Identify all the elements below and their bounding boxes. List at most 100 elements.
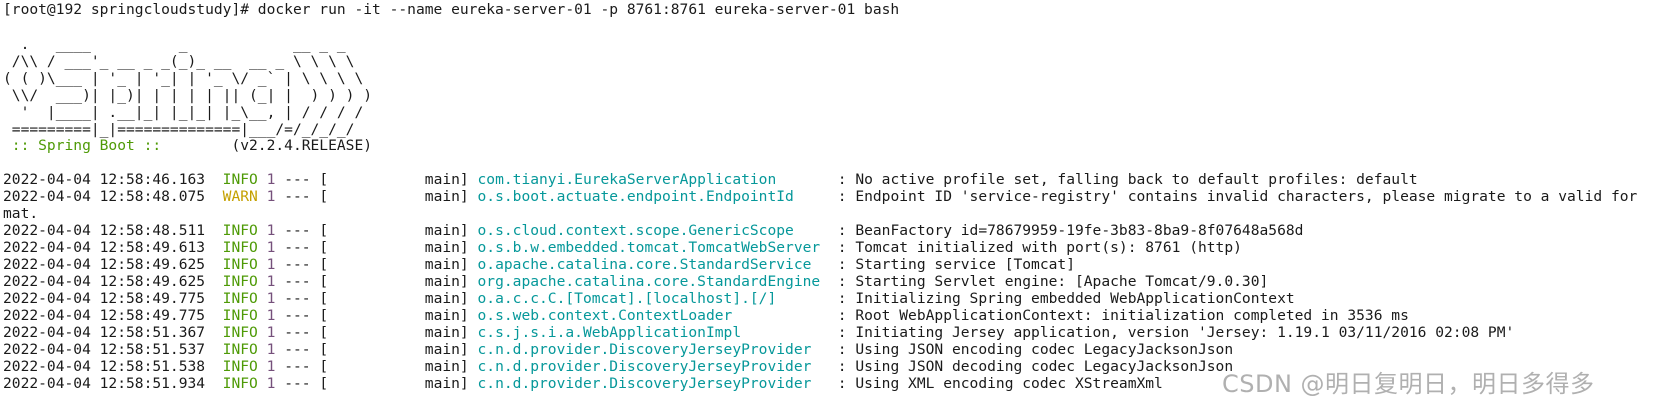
log-gap <box>205 324 223 341</box>
log-level: INFO <box>222 239 258 256</box>
log-level: INFO <box>222 307 258 324</box>
log-gap <box>258 341 267 358</box>
log-timestamp: 2022-04-04 12:58:49.625 <box>3 256 206 273</box>
log-level: INFO <box>222 358 258 375</box>
log-gap <box>258 307 267 324</box>
log-logger: o.s.b.w.embedded.tomcat.TomcatWebServer <box>477 239 829 256</box>
log-thread: main] <box>328 341 478 358</box>
log-message: : Endpoint ID 'service-registry' contain… <box>828 188 1638 205</box>
log-logger: c.s.j.s.i.a.WebApplicationImpl <box>477 324 829 341</box>
log-message: : Starting Servlet engine: [Apache Tomca… <box>828 273 1269 290</box>
log-separator: --- [ <box>275 307 329 324</box>
csdn-watermark: CSDN @明日复明日，明日多得多 <box>1222 370 1595 398</box>
log-line: 2022-04-04 12:58:48.511 INFO 1 --- [ mai… <box>3 222 1303 240</box>
log-separator: --- [ <box>275 324 329 341</box>
log-gap <box>205 290 223 307</box>
log-timestamp: 2022-04-04 12:58:49.775 <box>3 290 206 307</box>
command-line: [root@192 springcloudstudy]# docker run … <box>3 1 900 18</box>
log-message: : Starting service [Tomcat] <box>828 256 1075 273</box>
log-gap <box>258 358 267 375</box>
log-thread: main] <box>328 324 478 341</box>
log-separator: --- [ <box>275 290 329 307</box>
log-thread: main] <box>328 307 478 324</box>
log-gap <box>205 171 223 188</box>
log-gap <box>258 273 267 290</box>
log-thread: main] <box>328 256 478 273</box>
log-gap <box>258 171 267 188</box>
log-gap <box>205 341 223 358</box>
log-gap <box>258 222 267 239</box>
log-gap <box>205 307 223 324</box>
log-timestamp: 2022-04-04 12:58:51.367 <box>3 324 206 341</box>
log-thread: main] <box>328 290 478 307</box>
log-level: INFO <box>222 341 258 358</box>
log-timestamp: 2022-04-04 12:58:49.613 <box>3 239 206 256</box>
log-gap <box>258 188 267 205</box>
log-logger: o.s.web.context.ContextLoader <box>477 307 829 324</box>
log-separator: --- [ <box>275 358 329 375</box>
log-logger: org.apache.catalina.core.StandardEngine <box>477 273 829 290</box>
log-logger: o.apache.catalina.core.StandardService <box>477 256 829 273</box>
log-timestamp: 2022-04-04 12:58:49.775 <box>3 307 206 324</box>
spring-boot-version: (v2.2.4.RELEASE) <box>169 137 373 154</box>
log-message: : Using JSON decoding codec LegacyJackso… <box>828 358 1234 375</box>
log-thread: main] <box>328 375 478 392</box>
log-timestamp: 2022-04-04 12:58:51.934 <box>3 375 206 392</box>
terminal-window[interactable]: [root@192 springcloudstudy]# docker run … <box>0 0 1677 406</box>
log-timestamp: 2022-04-04 12:58:51.537 <box>3 341 206 358</box>
log-separator: --- [ <box>275 273 329 290</box>
log-gap <box>205 358 223 375</box>
banner-line: /\\ / ___'_ __ _ _(_)_ __ __ _ \ \ \ \ <box>3 53 355 70</box>
banner-line: ( ( )\___ | '_ | '_| | '_ \/ _` | \ \ \ … <box>3 70 364 87</box>
log-timestamp: 2022-04-04 12:58:46.163 <box>3 171 206 188</box>
log-gap <box>258 324 267 341</box>
log-level: INFO <box>222 375 258 392</box>
log-thread: main] <box>328 239 478 256</box>
log-level: INFO <box>222 290 258 307</box>
log-separator: --- [ <box>275 341 329 358</box>
banner-line: \\/ ___)| |_)| | | | | || (_| | ) ) ) ) <box>3 87 373 104</box>
log-message: : BeanFactory id=78679959-19fe-3b83-8ba9… <box>828 222 1304 239</box>
log-timestamp: 2022-04-04 12:58:48.511 <box>3 222 206 239</box>
log-separator: --- [ <box>275 188 329 205</box>
log-thread: main] <box>328 188 478 205</box>
log-gap <box>205 239 223 256</box>
banner-line: . ____ _ __ _ _ <box>3 36 346 53</box>
log-line: mat. <box>3 205 38 223</box>
spring-boot-version-line: :: Spring Boot :: (v2.2.4.RELEASE) <box>3 137 372 155</box>
log-continuation: mat. <box>3 205 39 222</box>
log-level: INFO <box>222 324 258 341</box>
banner-line: ' |____| .__|_| |_|_| |_\__, | / / / / <box>3 104 364 121</box>
log-line: 2022-04-04 12:58:51.934 INFO 1 --- [ mai… <box>3 375 1163 393</box>
log-thread: main] <box>328 222 478 239</box>
log-logger: c.n.d.provider.DiscoveryJerseyProvider <box>477 358 829 375</box>
log-gap <box>205 222 223 239</box>
log-separator: --- [ <box>275 171 329 188</box>
log-gap <box>258 256 267 273</box>
log-message: : Initializing Spring embedded WebApplic… <box>828 290 1295 307</box>
log-line: 2022-04-04 12:58:51.537 INFO 1 --- [ mai… <box>3 341 1233 359</box>
log-logger: com.tianyi.EurekaServerApplication <box>477 171 829 188</box>
log-level: INFO <box>222 273 258 290</box>
spring-boot-label: :: Spring Boot :: <box>3 137 170 154</box>
log-message: : Using XML encoding codec XStreamXml <box>828 375 1163 392</box>
log-message: : Using JSON encoding codec LegacyJackso… <box>828 341 1234 358</box>
log-thread: main] <box>328 273 478 290</box>
log-separator: --- [ <box>275 222 329 239</box>
log-timestamp: 2022-04-04 12:58:48.075 <box>3 188 206 205</box>
log-message: : Root WebApplicationContext: initializa… <box>828 307 1409 324</box>
log-separator: --- [ <box>275 256 329 273</box>
log-line: 2022-04-04 12:58:51.367 INFO 1 --- [ mai… <box>3 324 1514 342</box>
log-gap <box>205 256 223 273</box>
log-line: 2022-04-04 12:58:51.538 INFO 1 --- [ mai… <box>3 358 1233 376</box>
log-gap <box>205 188 223 205</box>
log-gap <box>258 290 267 307</box>
log-timestamp: 2022-04-04 12:58:49.625 <box>3 273 206 290</box>
log-logger: c.n.d.provider.DiscoveryJerseyProvider <box>477 341 829 358</box>
log-gap <box>258 375 267 392</box>
log-logger: c.n.d.provider.DiscoveryJerseyProvider <box>477 375 829 392</box>
log-thread: main] <box>328 358 478 375</box>
log-logger: o.a.c.c.C.[Tomcat].[localhost].[/] <box>477 290 829 307</box>
log-separator: --- [ <box>275 375 329 392</box>
log-line: 2022-04-04 12:58:49.625 INFO 1 --- [ mai… <box>3 273 1268 291</box>
